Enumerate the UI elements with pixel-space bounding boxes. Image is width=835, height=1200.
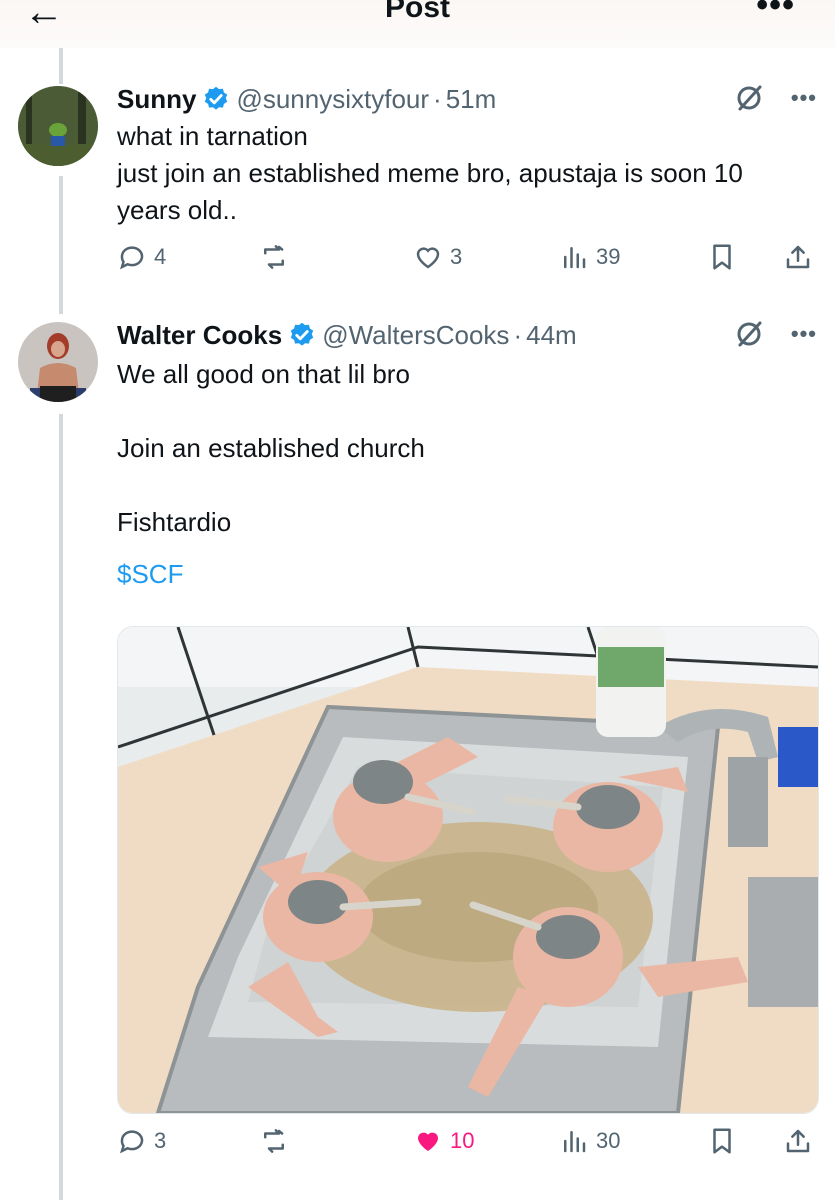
like-count: 3	[450, 244, 463, 269]
share-button[interactable]	[783, 1126, 813, 1156]
thread-line	[59, 48, 63, 84]
retweet-icon	[264, 245, 284, 269]
reply-button[interactable]: 4	[117, 242, 166, 272]
retweet-button[interactable]	[259, 1126, 296, 1156]
avatar[interactable]	[18, 86, 98, 166]
views-icon	[564, 1131, 586, 1153]
more-icon[interactable]: •••	[756, 0, 795, 25]
cashtag-link[interactable]: $SCF	[117, 559, 817, 590]
post-more-icon[interactable]: •••	[791, 321, 817, 347]
views-button[interactable]: 30	[559, 1126, 620, 1156]
separator: ·	[433, 83, 442, 114]
views-icon	[564, 247, 586, 269]
share-icon	[786, 245, 810, 269]
separator: ·	[513, 319, 523, 350]
top-bar: ← Post •••	[0, 0, 835, 48]
retweet-icon	[264, 1129, 284, 1153]
thread-line	[59, 176, 63, 314]
verified-badge-icon	[205, 86, 228, 110]
grok-icon[interactable]	[733, 318, 765, 350]
share-icon	[786, 1129, 810, 1153]
heart-filled-icon	[418, 1132, 438, 1151]
handle[interactable]: @sunnysixtyfour	[236, 84, 429, 115]
display-name[interactable]: Walter Cooks	[117, 320, 282, 351]
share-button[interactable]	[783, 242, 813, 272]
page-title: Post	[384, 0, 450, 24]
display-name[interactable]: Sunny	[117, 84, 196, 115]
timestamp[interactable]: 44m	[526, 320, 577, 351]
post-header: Walter Cooks @WaltersCooks · 44m •••	[117, 318, 817, 352]
bookmark-button[interactable]	[707, 1126, 737, 1156]
post-actions: 3 10 30	[117, 1126, 817, 1166]
reply-count: 3	[154, 1128, 167, 1153]
views-count: 39	[596, 244, 621, 269]
thread-line	[59, 414, 63, 1200]
reply-count: 4	[154, 244, 167, 269]
like-count: 10	[450, 1128, 475, 1153]
reply-icon	[119, 246, 144, 270]
like-button[interactable]: 3	[413, 242, 462, 272]
views-button[interactable]: 39	[559, 242, 620, 272]
reply-icon	[119, 1130, 144, 1154]
post-header: Sunny @sunnysixtyfour · 51m •••	[117, 82, 817, 116]
reply-button[interactable]: 3	[117, 1126, 166, 1156]
post[interactable]: Sunny @sunnysixtyfour · 51m ••• what in …	[117, 82, 817, 229]
post-text: We all good on that lil bro Join an esta…	[117, 359, 425, 537]
retweet-button[interactable]	[259, 242, 296, 272]
grok-icon[interactable]	[733, 82, 765, 114]
bookmark-icon	[713, 244, 731, 270]
bookmark-icon	[713, 1128, 731, 1154]
handle[interactable]: @WaltersCooks	[322, 320, 509, 351]
post[interactable]: Walter Cooks @WaltersCooks · 44m ••• We …	[117, 318, 817, 590]
like-button[interactable]: 10	[413, 1126, 474, 1156]
avatar[interactable]	[18, 322, 98, 402]
bookmark-button[interactable]	[707, 242, 737, 272]
post-text: what in tarnation just join an establish…	[117, 121, 743, 225]
post-image[interactable]	[117, 626, 819, 1114]
heart-icon	[416, 247, 440, 269]
post-actions: 4 3 39	[117, 242, 817, 282]
verified-badge-icon	[290, 322, 314, 346]
timestamp[interactable]: 51m	[446, 84, 497, 115]
views-count: 30	[596, 1128, 621, 1153]
post-more-icon[interactable]: •••	[791, 85, 817, 111]
